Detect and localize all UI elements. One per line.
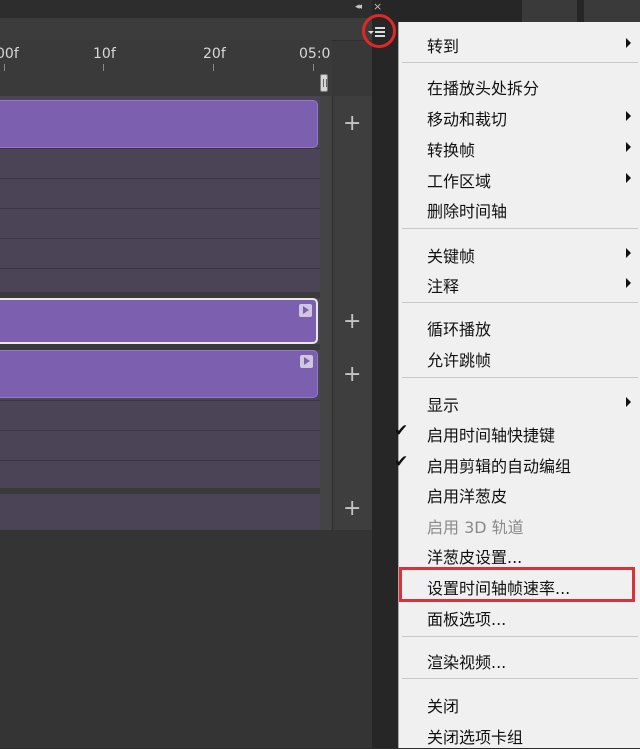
add-media-button[interactable]: + [343,311,361,333]
submenu-arrow-icon [626,248,631,258]
track-row-divider [0,178,320,179]
menu-item-label: 删除时间轴 [427,202,508,221]
submenu-arrow-icon [626,111,631,121]
ruler-tick [313,64,314,71]
menu-separator [402,302,638,303]
menu-item-show[interactable]: 显示 [399,387,640,417]
submenu-arrow-icon [626,38,631,48]
ruler-label: 20f [203,46,226,62]
menu-item-split-at-playhead[interactable]: 在播放头处拆分 [399,70,640,100]
menu-item-label: 注释 [427,277,460,296]
menu-separator [402,62,638,63]
menu-item-label: 循环播放 [427,320,492,339]
menu-separator [402,636,638,637]
track-row-divider [0,460,320,461]
video-clip[interactable] [0,100,318,148]
menu-item-label: 工作区域 [427,172,492,191]
menu-item-enable-timeline-shortcuts[interactable]: ✔ 启用时间轴快捷键 [394,417,640,447]
annotation-box [399,567,635,602]
menu-item-loop-playback[interactable]: 循环播放 [399,311,640,341]
menu-item-label: 关闭选项卡组 [427,728,524,747]
add-media-button[interactable]: + [343,498,361,520]
menu-item-label: 启用洋葱皮 [427,487,508,506]
menu-item-label: 关闭 [427,697,460,716]
checkmark-icon: ✔ [394,452,409,472]
ruler-label: 10f [93,46,116,62]
track-area [0,96,332,530]
menu-item-onion-skin-settings[interactable]: 洋葱皮设置... [399,539,640,569]
menu-item-label: 转换帧 [427,141,476,160]
submenu-arrow-icon [626,173,631,183]
playhead-handle[interactable] [320,74,328,92]
menu-item-convert-frames[interactable]: 转换帧 [399,132,640,162]
submenu-arrow-icon [626,278,631,288]
menu-item-enable-onion-skins[interactable]: 启用洋葱皮 [399,478,640,508]
submenu-arrow-icon [626,142,631,152]
track-row-divider [0,208,320,209]
play-triangle-icon[interactable] [299,304,312,317]
menu-item-label: 转到 [427,37,460,56]
menu-item-label: 洋葱皮设置... [427,548,523,567]
menu-item-label: 允许跳帧 [427,351,492,370]
menu-item-label: 面板选项... [427,610,507,629]
menu-item-enable-3d-tracks: 启用 3D 轨道 [399,509,640,539]
track-row-divider [0,238,320,239]
menu-item-comments[interactable]: 注释 [399,268,640,298]
menu-item-label: 启用 3D 轨道 [427,518,524,537]
menu-item-goto[interactable]: 转到 [399,28,640,58]
menu-item-label: 关键帧 [427,247,476,266]
track-group-gap [0,488,332,494]
menu-item-move-and-trim[interactable]: 移动和裁切 [399,101,640,131]
menu-item-allow-frame-skipping[interactable]: 允许跳帧 [399,342,640,372]
play-triangle-icon[interactable] [300,355,313,368]
close-icon[interactable]: × [373,0,382,13]
add-media-button[interactable]: + [343,113,361,135]
menu-item-render-video[interactable]: 渲染视频... [399,644,640,674]
video-clip[interactable] [0,298,318,344]
panel-tab [522,0,577,22]
checkmark-icon: ✔ [394,421,409,441]
track-row-divider [0,268,320,269]
menu-item-label: 在播放头处拆分 [427,79,540,98]
menu-separator [402,678,638,679]
track-row-divider [0,148,320,149]
panel-tab [584,0,640,22]
menu-item-panel-options[interactable]: 面板选项... [399,601,640,631]
menu-item-delete-timeline[interactable]: 删除时间轴 [399,193,640,223]
track-scroll-column [320,96,332,530]
menu-item-label: 启用时间轴快捷键 [427,426,556,445]
ruler-label: 05:0 [299,46,331,62]
menu-item-keyframes[interactable]: 关键帧 [399,238,640,268]
ruler-label: 00f [0,46,19,62]
track-row-divider [0,430,320,431]
menu-item-close[interactable]: 关闭 [399,688,640,718]
ruler-tick [4,64,5,71]
menu-separator [402,377,638,378]
track-row-divider [0,400,320,401]
timeline-empty-area [0,530,372,748]
panel-title-strip [0,0,372,18]
annotation-circle [362,14,396,48]
menu-item-label: 显示 [427,396,460,415]
timeline-ruler[interactable]: 00f 10f 20f 05:0 [0,40,332,96]
add-media-button[interactable]: + [343,364,361,386]
menu-item-label: 渲染视频... [427,653,507,672]
panel-tab-bar [0,18,372,41]
menu-item-auto-group-clips[interactable]: ✔ 启用剪辑的自动编组 [394,448,640,478]
menu-item-label: 启用剪辑的自动编组 [427,457,572,476]
menu-separator [402,228,638,229]
menu-item-close-tab-group[interactable]: 关闭选项卡组 [399,719,640,749]
menu-item-work-area[interactable]: 工作区域 [399,163,640,193]
timeline-panel: 00f 10f 20f 05:0 + + + + [0,0,373,748]
ruler-tick [103,64,104,71]
menu-item-label: 移动和裁切 [427,110,508,129]
double-chevron-left-icon[interactable]: ◂◂ [355,2,362,12]
ruler-tick [213,64,214,71]
panel-flyout-menu: 转到 在播放头处拆分 移动和裁切 转换帧 工作区域 删除时间轴 关键帧 注释 循… [394,22,640,749]
video-clip[interactable] [0,350,318,398]
submenu-arrow-icon [626,397,631,407]
